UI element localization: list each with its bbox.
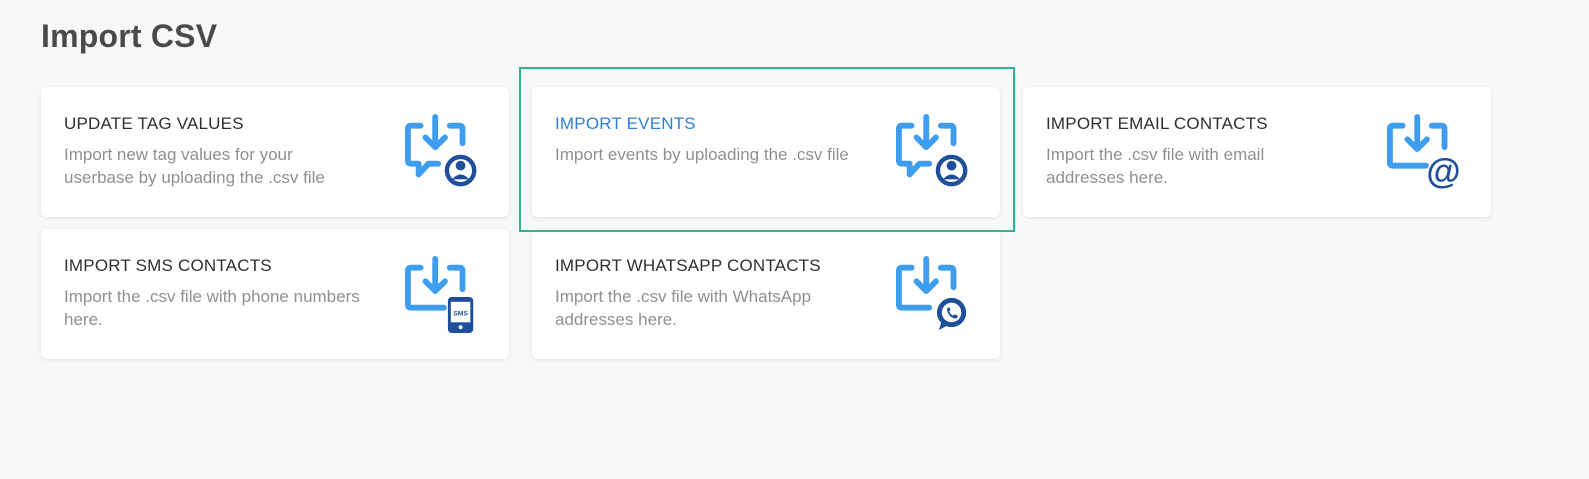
card-update-tag-values[interactable]: UPDATE TAG VALUES Import new tag values … bbox=[41, 87, 509, 217]
download-user-icon bbox=[896, 114, 968, 187]
card-description: Import events by uploading the .csv file bbox=[555, 145, 849, 164]
download-user-icon bbox=[405, 114, 477, 187]
card-title: IMPORT WHATSAPP CONTACTS bbox=[555, 256, 821, 275]
card-title: IMPORT EMAIL CONTACTS bbox=[1046, 114, 1268, 133]
card-description: Import the .csv file with WhatsApp addre… bbox=[555, 287, 812, 329]
card-title: IMPORT SMS CONTACTS bbox=[64, 256, 272, 275]
download-email-icon: @ bbox=[1387, 114, 1461, 191]
svg-text:@: @ bbox=[1426, 152, 1460, 191]
card-import-sms-contacts[interactable]: IMPORT SMS CONTACTS Import the .csv file… bbox=[41, 229, 509, 359]
card-title: UPDATE TAG VALUES bbox=[64, 114, 244, 133]
download-sms-icon: SMS bbox=[405, 256, 474, 334]
card-description: Import the .csv file with phone numbers … bbox=[64, 287, 360, 329]
svg-text:SMS: SMS bbox=[453, 310, 468, 317]
card-import-whatsapp-contacts[interactable]: IMPORT WHATSAPP CONTACTS Import the .csv… bbox=[532, 229, 1000, 359]
download-whatsapp-icon bbox=[896, 256, 967, 331]
card-title: IMPORT EVENTS bbox=[555, 114, 696, 133]
card-description: Import new tag values for your userbase … bbox=[64, 145, 325, 187]
card-description: Import the .csv file with email addresse… bbox=[1046, 145, 1265, 187]
card-import-events[interactable]: IMPORT EVENTS Import events by uploading… bbox=[532, 87, 1000, 217]
card-import-email-contacts[interactable]: IMPORT EMAIL CONTACTS Import the .csv fi… bbox=[1023, 87, 1491, 217]
page-title: Import CSV bbox=[41, 18, 218, 54]
